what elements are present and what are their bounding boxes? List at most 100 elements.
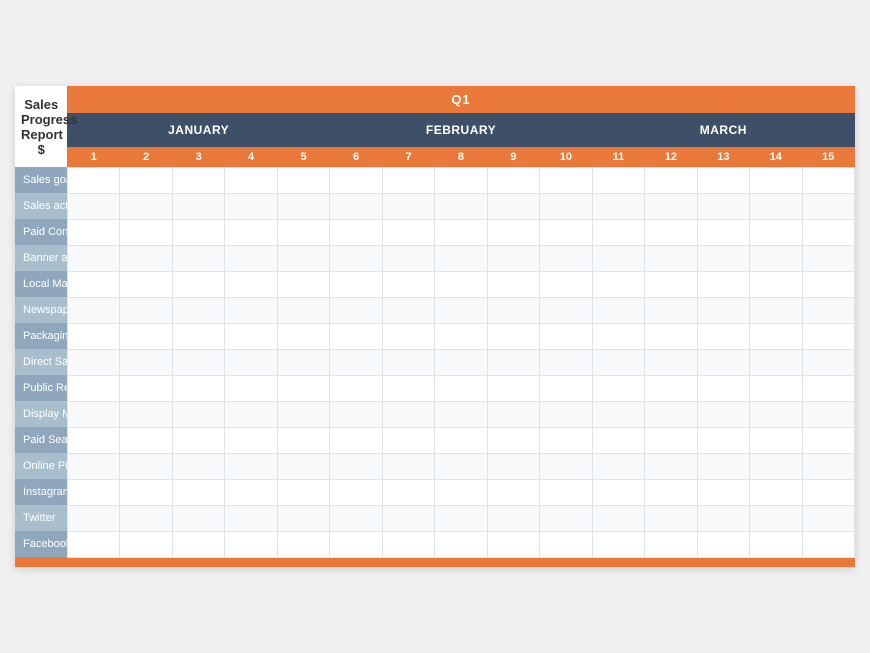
data-cell[interactable] bbox=[592, 531, 644, 557]
data-cell[interactable] bbox=[645, 375, 697, 401]
data-cell[interactable] bbox=[225, 453, 277, 479]
data-cell[interactable] bbox=[382, 193, 434, 219]
data-cell[interactable] bbox=[67, 297, 119, 323]
data-cell[interactable] bbox=[120, 323, 172, 349]
data-cell[interactable] bbox=[120, 427, 172, 453]
data-cell[interactable] bbox=[592, 297, 644, 323]
data-cell[interactable] bbox=[645, 297, 697, 323]
data-cell[interactable] bbox=[487, 349, 539, 375]
data-cell[interactable] bbox=[435, 401, 487, 427]
data-cell[interactable] bbox=[435, 479, 487, 505]
data-cell[interactable] bbox=[540, 219, 592, 245]
data-cell[interactable] bbox=[540, 349, 592, 375]
data-cell[interactable] bbox=[382, 453, 434, 479]
data-cell[interactable] bbox=[540, 297, 592, 323]
data-cell[interactable] bbox=[382, 505, 434, 531]
data-cell[interactable] bbox=[225, 323, 277, 349]
data-cell[interactable] bbox=[225, 427, 277, 453]
data-cell[interactable] bbox=[697, 479, 749, 505]
data-cell[interactable] bbox=[487, 219, 539, 245]
data-cell[interactable] bbox=[540, 427, 592, 453]
data-cell[interactable] bbox=[172, 297, 224, 323]
data-cell[interactable] bbox=[382, 349, 434, 375]
data-cell[interactable] bbox=[120, 193, 172, 219]
data-cell[interactable] bbox=[172, 401, 224, 427]
data-cell[interactable] bbox=[67, 245, 119, 271]
data-cell[interactable] bbox=[645, 193, 697, 219]
data-cell[interactable] bbox=[750, 193, 802, 219]
data-cell[interactable] bbox=[540, 453, 592, 479]
data-cell[interactable] bbox=[382, 427, 434, 453]
data-cell[interactable] bbox=[645, 349, 697, 375]
data-cell[interactable] bbox=[277, 219, 329, 245]
data-cell[interactable] bbox=[277, 323, 329, 349]
data-cell[interactable] bbox=[330, 323, 382, 349]
data-cell[interactable] bbox=[802, 271, 854, 297]
data-cell[interactable] bbox=[172, 193, 224, 219]
data-cell[interactable] bbox=[487, 375, 539, 401]
data-cell[interactable] bbox=[697, 505, 749, 531]
data-cell[interactable] bbox=[172, 479, 224, 505]
data-cell[interactable] bbox=[487, 479, 539, 505]
data-cell[interactable] bbox=[330, 375, 382, 401]
data-cell[interactable] bbox=[435, 531, 487, 557]
data-cell[interactable] bbox=[592, 401, 644, 427]
data-cell[interactable] bbox=[330, 167, 382, 193]
data-cell[interactable] bbox=[225, 167, 277, 193]
data-cell[interactable] bbox=[802, 323, 854, 349]
data-cell[interactable] bbox=[67, 375, 119, 401]
data-cell[interactable] bbox=[172, 271, 224, 297]
data-cell[interactable] bbox=[697, 349, 749, 375]
data-cell[interactable] bbox=[645, 531, 697, 557]
data-cell[interactable] bbox=[592, 167, 644, 193]
data-cell[interactable] bbox=[67, 167, 119, 193]
data-cell[interactable] bbox=[382, 271, 434, 297]
data-cell[interactable] bbox=[697, 193, 749, 219]
data-cell[interactable] bbox=[697, 401, 749, 427]
data-cell[interactable] bbox=[487, 505, 539, 531]
data-cell[interactable] bbox=[750, 531, 802, 557]
data-cell[interactable] bbox=[225, 349, 277, 375]
data-cell[interactable] bbox=[435, 219, 487, 245]
data-cell[interactable] bbox=[540, 531, 592, 557]
data-cell[interactable] bbox=[382, 323, 434, 349]
data-cell[interactable] bbox=[225, 219, 277, 245]
data-cell[interactable] bbox=[277, 375, 329, 401]
data-cell[interactable] bbox=[435, 167, 487, 193]
data-cell[interactable] bbox=[120, 219, 172, 245]
data-cell[interactable] bbox=[802, 167, 854, 193]
data-cell[interactable] bbox=[67, 531, 119, 557]
data-cell[interactable] bbox=[487, 193, 539, 219]
data-cell[interactable] bbox=[645, 453, 697, 479]
data-cell[interactable] bbox=[172, 505, 224, 531]
data-cell[interactable] bbox=[750, 271, 802, 297]
data-cell[interactable] bbox=[67, 219, 119, 245]
data-cell[interactable] bbox=[645, 401, 697, 427]
data-cell[interactable] bbox=[330, 271, 382, 297]
data-cell[interactable] bbox=[592, 479, 644, 505]
data-cell[interactable] bbox=[750, 323, 802, 349]
data-cell[interactable] bbox=[697, 245, 749, 271]
data-cell[interactable] bbox=[67, 427, 119, 453]
data-cell[interactable] bbox=[750, 219, 802, 245]
data-cell[interactable] bbox=[225, 193, 277, 219]
data-cell[interactable] bbox=[172, 427, 224, 453]
data-cell[interactable] bbox=[120, 245, 172, 271]
data-cell[interactable] bbox=[172, 453, 224, 479]
data-cell[interactable] bbox=[330, 349, 382, 375]
data-cell[interactable] bbox=[645, 245, 697, 271]
data-cell[interactable] bbox=[67, 349, 119, 375]
data-cell[interactable] bbox=[592, 505, 644, 531]
data-cell[interactable] bbox=[277, 453, 329, 479]
data-cell[interactable] bbox=[487, 323, 539, 349]
data-cell[interactable] bbox=[172, 323, 224, 349]
data-cell[interactable] bbox=[487, 167, 539, 193]
data-cell[interactable] bbox=[120, 453, 172, 479]
data-cell[interactable] bbox=[697, 271, 749, 297]
data-cell[interactable] bbox=[67, 193, 119, 219]
data-cell[interactable] bbox=[487, 531, 539, 557]
data-cell[interactable] bbox=[592, 245, 644, 271]
data-cell[interactable] bbox=[802, 401, 854, 427]
data-cell[interactable] bbox=[435, 297, 487, 323]
data-cell[interactable] bbox=[645, 505, 697, 531]
